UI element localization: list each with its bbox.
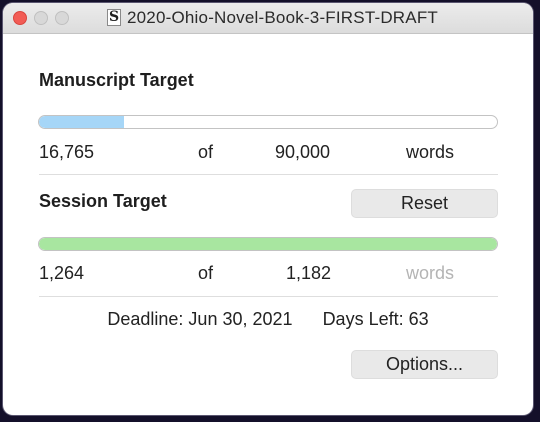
session-target-heading: Session Target xyxy=(39,191,167,211)
manuscript-progress-bar xyxy=(38,115,498,129)
manuscript-of-label: of xyxy=(198,142,214,162)
days-left-text: Days Left: 63 xyxy=(322,309,429,329)
section-divider xyxy=(39,174,498,175)
session-progress-bar xyxy=(38,237,498,251)
section-divider xyxy=(39,296,498,297)
manuscript-current-count: 16,765 xyxy=(39,142,95,162)
close-window-button[interactable] xyxy=(13,11,27,25)
title-bar[interactable]: S 2020-Ohio-Novel-Book-3-FIRST-DRAFT xyxy=(3,3,533,34)
manuscript-target-heading: Manuscript Target xyxy=(39,70,194,90)
options-button[interactable]: Options... xyxy=(351,350,498,379)
target-window: S 2020-Ohio-Novel-Book-3-FIRST-DRAFT Man… xyxy=(3,3,533,415)
session-unit-label: words xyxy=(406,263,455,283)
session-of-label: of xyxy=(198,263,214,283)
deadline-text: Deadline: Jun 30, 2021 xyxy=(107,309,293,329)
session-progress-fill xyxy=(39,238,497,250)
document-icon: S xyxy=(107,9,121,26)
window-title: 2020-Ohio-Novel-Book-3-FIRST-DRAFT xyxy=(127,8,438,27)
session-current-count: 1,264 xyxy=(39,263,85,283)
manuscript-progress-fill xyxy=(39,116,125,128)
manuscript-target-count: 90,000 xyxy=(275,142,331,162)
minimize-window-button[interactable] xyxy=(34,11,48,25)
deadline-row: Deadline: Jun 30, 2021 Days Left: 63 xyxy=(3,309,533,330)
zoom-window-button[interactable] xyxy=(55,11,69,25)
reset-button[interactable]: Reset xyxy=(351,189,498,218)
manuscript-unit-label: words xyxy=(406,142,455,162)
session-target-count: 1,182 xyxy=(286,263,332,283)
